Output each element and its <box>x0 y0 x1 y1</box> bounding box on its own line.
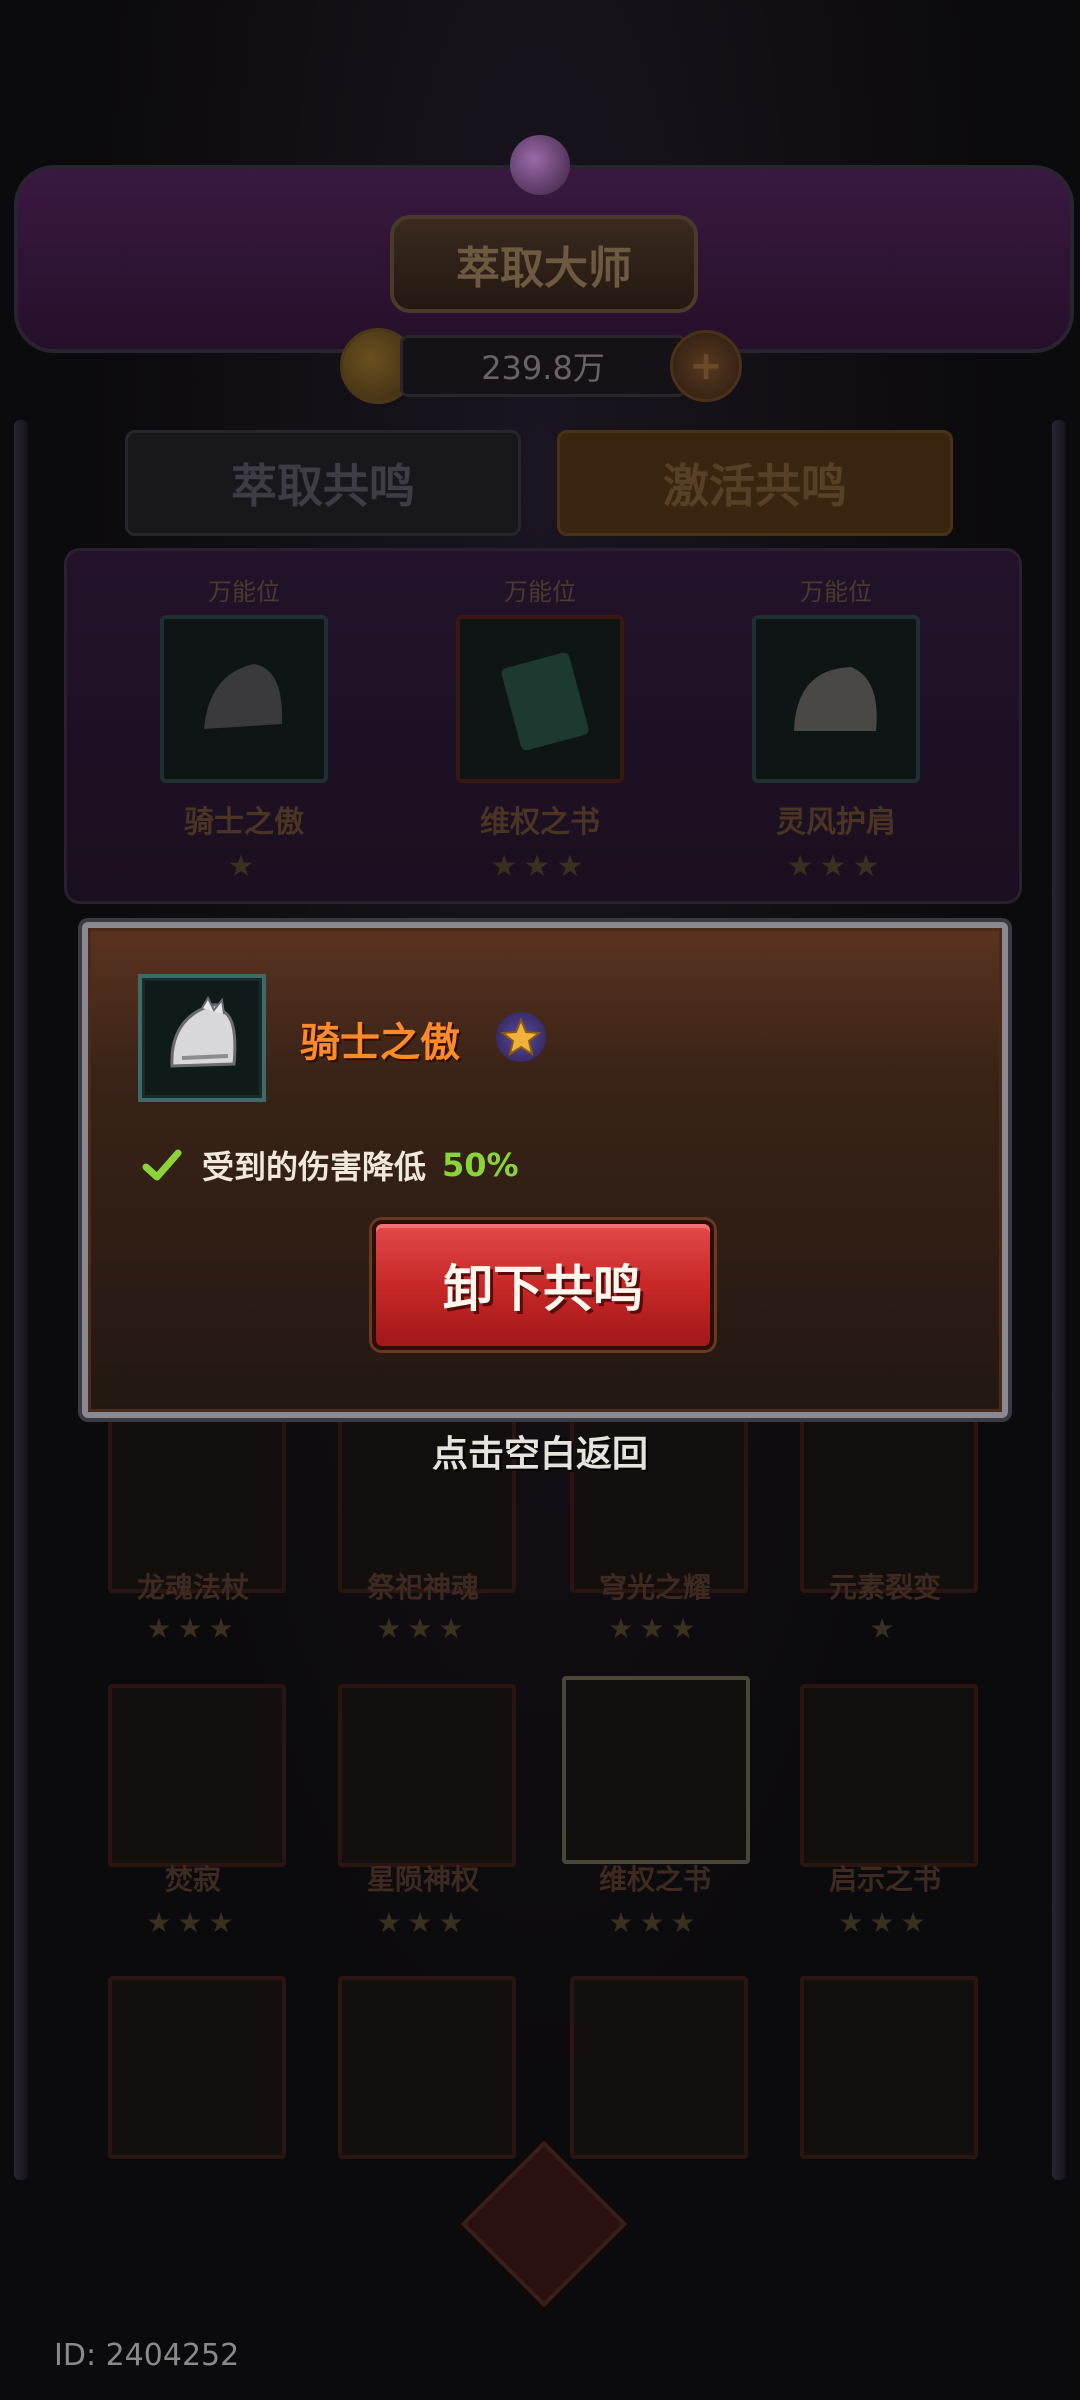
grid-item[interactable] <box>108 1976 286 2159</box>
grid-item-stars: ★★★ <box>608 1906 702 1939</box>
slot-stars: ★ <box>227 849 261 884</box>
grid-item[interactable] <box>800 1976 978 2159</box>
effect-value: 50% <box>442 1146 519 1184</box>
slot-name: 维权之书 <box>480 805 600 840</box>
grid-item-stars: ★★★ <box>376 1906 470 1939</box>
knight-helmet-icon <box>138 974 266 1102</box>
grid-item[interactable] <box>570 1976 748 2159</box>
check-icon <box>142 1149 182 1181</box>
slot-stars: ★★★ <box>490 849 590 884</box>
slot-name: 灵风护肩 <box>776 805 896 840</box>
grid-item[interactable] <box>800 1684 978 1867</box>
frame-right <box>1052 420 1066 2180</box>
unequip-resonance-button[interactable]: 卸下共鸣 <box>372 1220 714 1350</box>
grid-item-stars: ★★★ <box>376 1612 470 1645</box>
player-id: ID: 2404252 <box>54 2338 240 2373</box>
slot-stars: ★★★ <box>786 849 886 884</box>
grid-item-stars: ★ <box>869 1612 901 1645</box>
grid-item-name: 元素裂变 <box>828 1571 941 1604</box>
grid-item-stars: ★★★ <box>146 1906 240 1939</box>
screen: 萃取大师 239.8万 + 萃取共鸣 激活共鸣 万能位 骑士之傲 ★ 万能位 维… <box>0 0 1080 2400</box>
grid-item-name: 维权之书 <box>598 1863 711 1896</box>
grid-item[interactable] <box>338 1684 516 1867</box>
grid-item-stars: ★★★ <box>608 1612 702 1645</box>
frame-left <box>14 420 28 2180</box>
crossed-swords-icon[interactable] <box>460 2140 628 2308</box>
orb-icon <box>510 135 570 195</box>
slot-tag: 万能位 <box>800 578 872 606</box>
slot-tag: 万能位 <box>504 578 576 606</box>
effect-row: 受到的伤害降低 50% <box>140 1142 519 1188</box>
slot-2[interactable]: 万能位 维权之书 ★★★ <box>430 572 650 892</box>
grid-item[interactable] <box>108 1684 286 1867</box>
helmet-icon <box>160 615 328 783</box>
grid-item-name: 星陨神权 <box>366 1863 479 1896</box>
page-title: 萃取大师 <box>390 215 698 313</box>
grid-item-name: 祭祀神魂 <box>366 1571 479 1604</box>
grid-item-name: 启示之书 <box>828 1863 941 1896</box>
grid-item-stars: ★★★ <box>146 1612 240 1645</box>
tab-extract-resonance[interactable]: 萃取共鸣 <box>125 430 521 536</box>
slot-3[interactable]: 万能位 灵风护肩 ★★★ <box>726 572 946 892</box>
tab-activate-resonance[interactable]: 激活共鸣 <box>557 430 953 536</box>
item-name: 骑士之傲 <box>300 1020 460 1066</box>
shoulder-guard-icon <box>752 615 920 783</box>
item-detail-popup: 骑士之傲 受到的伤害降低 50% 卸下共鸣 <box>82 922 1008 1418</box>
dismiss-hint[interactable]: 点击空白返回 <box>0 1425 1080 1477</box>
slot-name: 骑士之傲 <box>184 805 304 840</box>
book-icon <box>456 615 624 783</box>
add-currency-button[interactable]: + <box>670 330 742 402</box>
grid-item-name: 龙魂法杖 <box>136 1571 249 1604</box>
slot-1[interactable]: 万能位 骑士之傲 ★ <box>134 572 354 892</box>
star-icon <box>496 1012 546 1062</box>
grid-item-name: 焚寂 <box>164 1863 221 1896</box>
grid-item-selected[interactable] <box>562 1676 750 1864</box>
currency-amount: 239.8万 <box>400 335 686 397</box>
grid-item-name: 穹光之耀 <box>598 1571 711 1604</box>
grid-item-stars: ★★★ <box>838 1906 932 1939</box>
grid-item[interactable] <box>338 1976 516 2159</box>
slot-tag: 万能位 <box>208 578 280 606</box>
effect-description: 受到的伤害降低 <box>202 1148 427 1186</box>
